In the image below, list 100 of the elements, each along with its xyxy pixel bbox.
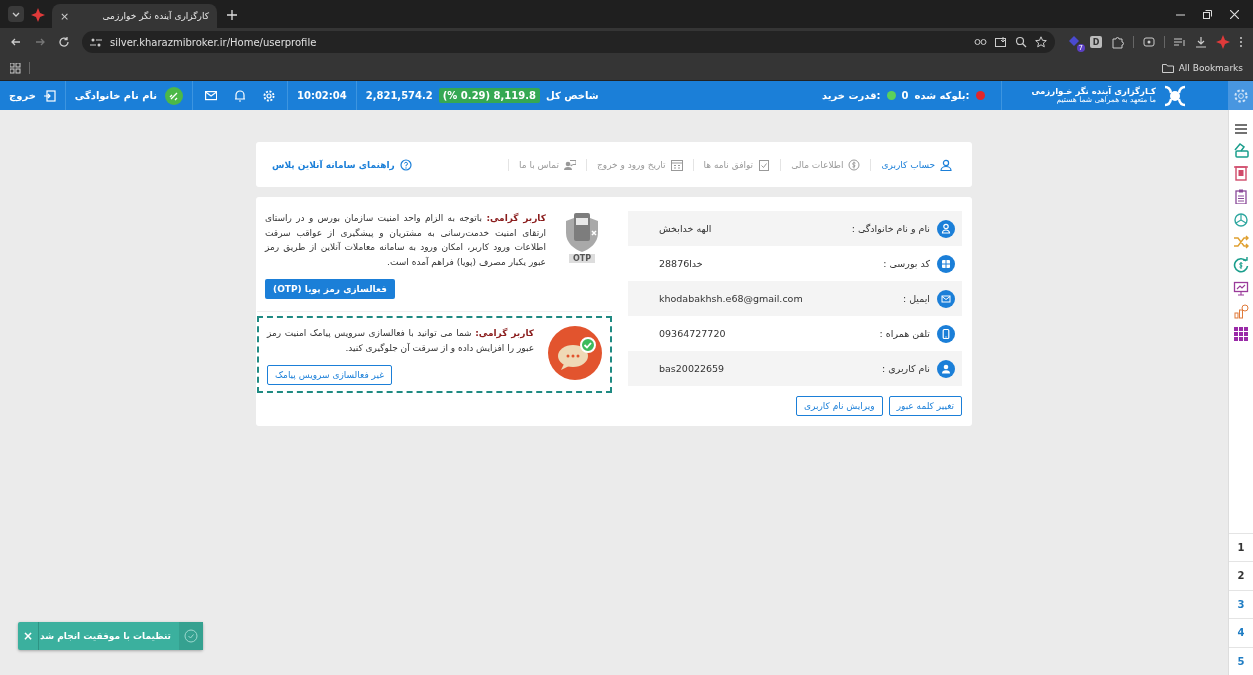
plus-icon[interactable] [227,10,237,20]
calendar-icon [670,158,683,171]
otp-notice-text: کاربر گرامی: باتوجه به الزام واحد امنیت سازمان بورس و در راستای ارتقای امنیت خدمت‌رسانی به مشتریان و پیشگیری از عواقب سرقت اطلاعات ورود کاربر، امکان ورود به سامانه معاملات آنلاین از طریق رمز عبور یکبار مصرف (پویا) فراهم آمده است. [265,212,546,270]
chevron-icon [11,10,21,18]
settings-icon[interactable] [263,89,275,102]
dollar-coin-icon [848,158,861,171]
document-check-icon [758,158,771,171]
field-value: الهه خدابخش [659,223,713,234]
star-icon[interactable] [1035,36,1047,48]
toast-message: تنظیمات با موفقیت انجام شد [39,631,172,641]
clipboard-icon[interactable] [1233,188,1249,204]
blocked-label: بلوکه شده: [914,90,970,101]
forward-icon[interactable] [34,36,46,48]
user-icon [937,219,955,238]
logo-icon [1162,83,1188,108]
sms-notice-text: کاربر گرامی: شما می توانید با فعالسازی سرویس پیامک امنیت رمز عبور را افزایش داده و از سرقت آن جلوگیری کنید. [267,327,534,355]
star-tab-icon[interactable] [30,7,46,23]
logo-title: کـارگزاری آینده نگر خـوارزمی [1031,86,1156,97]
index-value: 2,821,574.2 [365,90,433,101]
puzzle-icon[interactable] [1111,35,1124,49]
browser-tab[interactable]: × کارگزاری آینده نگر خوارزمی [52,4,217,28]
camera-icon[interactable] [1143,36,1155,48]
profile-tab[interactable]: حساب کاربری [870,158,962,171]
close-button[interactable]: × [18,622,39,650]
help-icon [399,158,412,171]
url-text: silver.kharazmibroker.ir/Home/userprofile [110,36,317,48]
hand-card-icon[interactable] [1233,142,1249,158]
deactivate-sms-button[interactable]: غیر فعالسازی سرویس پیامک [267,365,392,386]
pie-chart-icon[interactable] [1233,211,1249,227]
tab-list-button[interactable] [8,6,24,22]
folder-icon [1161,63,1174,73]
logout-icon [43,89,56,102]
install-icon[interactable] [995,36,1007,48]
chat-check-icon [548,326,602,381]
status-dot [886,91,896,100]
user-icon [937,359,955,378]
field-label: کد بورسی : [883,258,930,269]
site-settings-icon[interactable] [90,36,102,48]
monitor-chart-icon[interactable] [1233,280,1249,296]
page-number[interactable]: 2 [1237,570,1245,582]
phone-icon [937,324,955,343]
grid-card-icon [937,254,955,273]
field-label: نام کاربری : [882,363,930,374]
menu-icon[interactable] [1234,123,1248,135]
field-label: نام و نام خانوادگی : [851,223,930,234]
dollar-refresh-icon[interactable] [1233,257,1249,273]
mail-icon[interactable] [205,90,217,101]
link-avatar-icon[interactable] [165,86,183,105]
star-extension-icon[interactable] [1216,35,1230,49]
back-icon[interactable] [10,36,22,48]
profile-tab[interactable]: توافق نامه ها [692,158,781,171]
bell-icon[interactable] [234,89,246,102]
close-icon[interactable]: × [60,9,70,23]
profile-tab[interactable]: اطلاعات مالی [780,158,871,171]
logout-button[interactable]: خروج [0,81,66,110]
field-label: تلفن همراه : [879,328,930,339]
tab-title: کارگزاری آینده نگر خوارزمی [101,11,209,21]
index-change: (% 0.29) 8,119.8 [438,88,540,103]
mail-icon [937,289,955,308]
close-icon[interactable] [1230,9,1239,19]
playlist-icon[interactable] [1174,37,1186,47]
address-bar[interactable]: silver.kharazmibroker.ir/Home/userprofile [82,31,1055,53]
page-number[interactable]: 1 [1237,541,1245,553]
field-value: 09364727720 [659,328,727,339]
atm-icon[interactable] [1233,165,1249,181]
profile-tab[interactable]: تماس با ما [508,158,586,171]
check-circle-icon [184,629,198,643]
clock-time: 10:02:04 [297,90,347,101]
bookmarks-folder[interactable]: All Bookmarks [1161,63,1243,73]
key-icon[interactable] [974,37,987,47]
profile-tab[interactable]: تاریخ ورود و خروج [586,158,693,171]
otp-badge: OTP [568,254,596,263]
page-number[interactable]: 4 [1237,627,1245,639]
outline-button[interactable]: تغییر کلمه عبور [888,396,962,416]
index-label: شاخص کل [546,90,599,101]
page-number[interactable]: 3 [1237,598,1245,610]
bar-chart-icon[interactable] [1233,303,1249,319]
reload-icon[interactable] [58,36,70,48]
buying-power-label: قدرت خرید: [821,90,881,101]
extension-icon[interactable]: D [1090,36,1102,48]
field-value: khodabakhsh.e68@gmail.com [659,293,804,304]
person-chat-icon [564,158,576,171]
user-name[interactable]: نام نام خانوادگی [74,90,157,101]
zoom-icon[interactable] [1015,36,1027,48]
field-label: ایمیل : [902,293,930,304]
download-icon[interactable] [1195,36,1207,48]
guide-link[interactable]: راهنمای سامانه آنلاین پلاس [266,158,412,171]
grid-icon[interactable] [1233,326,1249,342]
more-icon[interactable] [1239,36,1243,48]
apps-icon[interactable] [10,62,21,74]
user-icon [940,158,952,171]
outline-button[interactable]: ویرایش نام کاربری [795,396,883,416]
status-dot [975,91,985,100]
field-value: bas20022659 [659,363,726,374]
page-number[interactable]: 5 [1237,655,1245,667]
restore-icon[interactable] [1203,9,1212,19]
blocked-value: 0 [901,90,909,101]
settings-icon [1232,87,1249,104]
field-value: خدا28876 [659,258,704,269]
activate-otp-button[interactable]: فعالسازی رمز پویا (OTP) [265,279,395,300]
